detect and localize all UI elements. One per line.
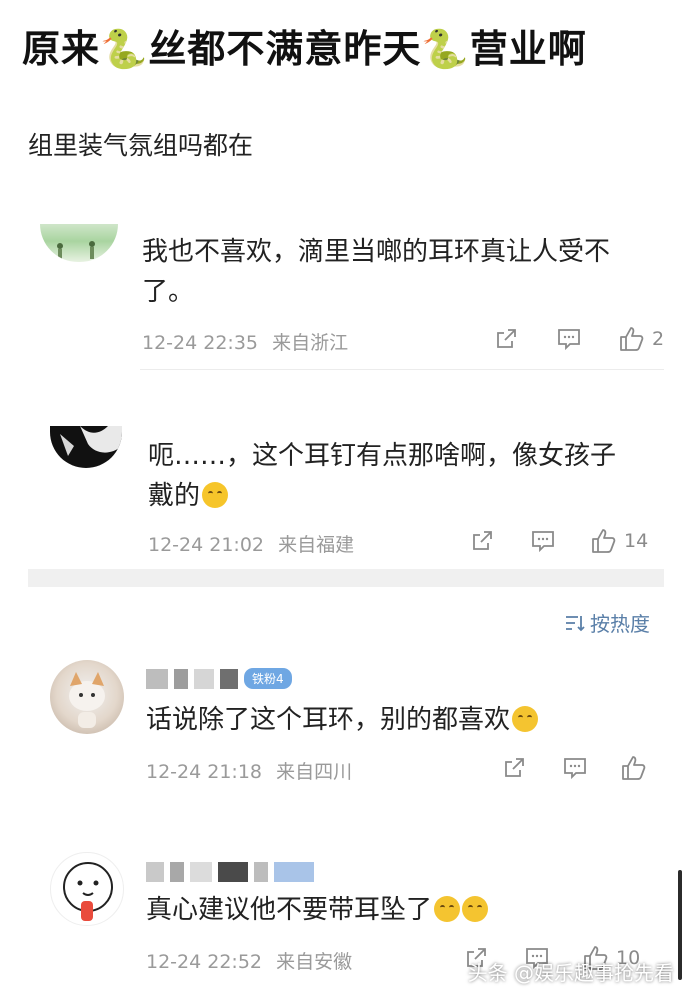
comment-text-content: 话说除了这个耳环，别的都喜欢: [146, 705, 511, 735]
sort-icon: [566, 615, 585, 631]
share-icon: [497, 329, 516, 348]
share-button[interactable]: [502, 756, 526, 780]
comment-meta: 12-24 21:02 来自福建: [148, 530, 354, 557]
comment-text: 我也不喜欢，滴里当啷的耳环真让人受不了。: [142, 237, 611, 307]
like-button[interactable]: 2: [618, 325, 664, 353]
scrollbar[interactable]: [678, 870, 682, 980]
share-icon: [505, 758, 524, 777]
laugh-cry-emoji-icon: [512, 706, 539, 732]
laugh-cry-emoji-icon: [462, 896, 489, 922]
comment-text-content: 真心建议他不要带耳坠了: [146, 895, 433, 925]
comment-text: 呃……，这个耳钉有点那啥啊，像女孩子戴的: [148, 436, 628, 516]
section-separator: [28, 569, 664, 587]
blurred-username: [220, 668, 238, 689]
comment-location: 来自安徽: [276, 951, 353, 973]
blurred-username: [146, 668, 168, 689]
comment-button[interactable]: [530, 529, 556, 553]
share-icon: [473, 531, 492, 550]
avatar[interactable]: [40, 224, 118, 262]
like-count: 2: [652, 328, 665, 350]
comment-time: 12-24 21:02: [148, 534, 265, 556]
like-button[interactable]: [620, 754, 648, 782]
comment-time: 12-24 21:18: [146, 761, 263, 783]
thumbs-up-icon: [620, 327, 644, 351]
blurred-username: [254, 862, 268, 882]
comment-location: 来自福建: [278, 534, 355, 556]
username-row: [146, 862, 320, 882]
headline-text-3: 营业啊: [469, 27, 587, 71]
divider: [140, 369, 664, 370]
comment-button[interactable]: [562, 756, 588, 780]
avatar[interactable]: [50, 426, 122, 468]
share-button[interactable]: [470, 529, 494, 553]
blurred-username: [174, 668, 188, 689]
blurred-username: [146, 862, 164, 882]
comment-meta: 12-24 21:18 来自四川: [146, 757, 352, 784]
comment-meta: 12-24 22:35 来自浙江: [142, 328, 348, 355]
comment-button[interactable]: [556, 327, 582, 351]
blurred-username: [218, 862, 248, 882]
blurred-username: [190, 862, 212, 882]
comment-meta: 12-24 22:52 来自安徽: [146, 947, 352, 974]
post-headline: 原来🐍丝都不满意昨天🐍营业啊: [22, 18, 672, 73]
comment-location: 来自浙江: [272, 332, 349, 354]
comment-icon: [532, 531, 554, 553]
sort-label: 按热度: [590, 612, 650, 636]
watermark: 头条 @娱乐趣事抢先看: [467, 961, 674, 985]
like-count: 14: [624, 530, 649, 552]
blurred-username: [194, 668, 214, 689]
blurred-username: [170, 862, 184, 882]
headline-text-2: 丝都不满意昨天: [148, 27, 422, 71]
username-row: 铁粉4: [146, 668, 292, 689]
snake-emoji-icon: 🐍: [100, 27, 149, 71]
laugh-cry-emoji-icon: [434, 896, 461, 922]
avatar[interactable]: [50, 660, 124, 734]
blurred-username: [274, 862, 314, 882]
avatar[interactable]: [50, 852, 124, 926]
comment-text: 真心建议他不要带耳坠了: [146, 890, 626, 930]
share-button[interactable]: [494, 327, 518, 351]
like-button[interactable]: 14: [590, 527, 648, 555]
post-subtitle: 组里装气氛组吗都在: [28, 131, 254, 160]
comment-time: 12-24 22:52: [146, 951, 263, 973]
thumbs-up-icon: [622, 756, 646, 780]
headline-text-1: 原来: [22, 27, 101, 71]
thinking-emoji-icon: [202, 482, 229, 508]
comment-icon: [564, 758, 586, 780]
snake-emoji-icon: 🐍: [421, 27, 470, 71]
comment-text: 话说除了这个耳环，别的都喜欢: [146, 700, 626, 740]
comment-icon: [558, 329, 580, 351]
thumbs-up-icon: [592, 529, 616, 553]
fan-badge: 铁粉4: [244, 668, 292, 689]
comment-time: 12-24 22:35: [142, 332, 259, 354]
comment-location: 来自四川: [276, 761, 353, 783]
sort-by-hot-button[interactable]: 按热度: [564, 608, 650, 637]
